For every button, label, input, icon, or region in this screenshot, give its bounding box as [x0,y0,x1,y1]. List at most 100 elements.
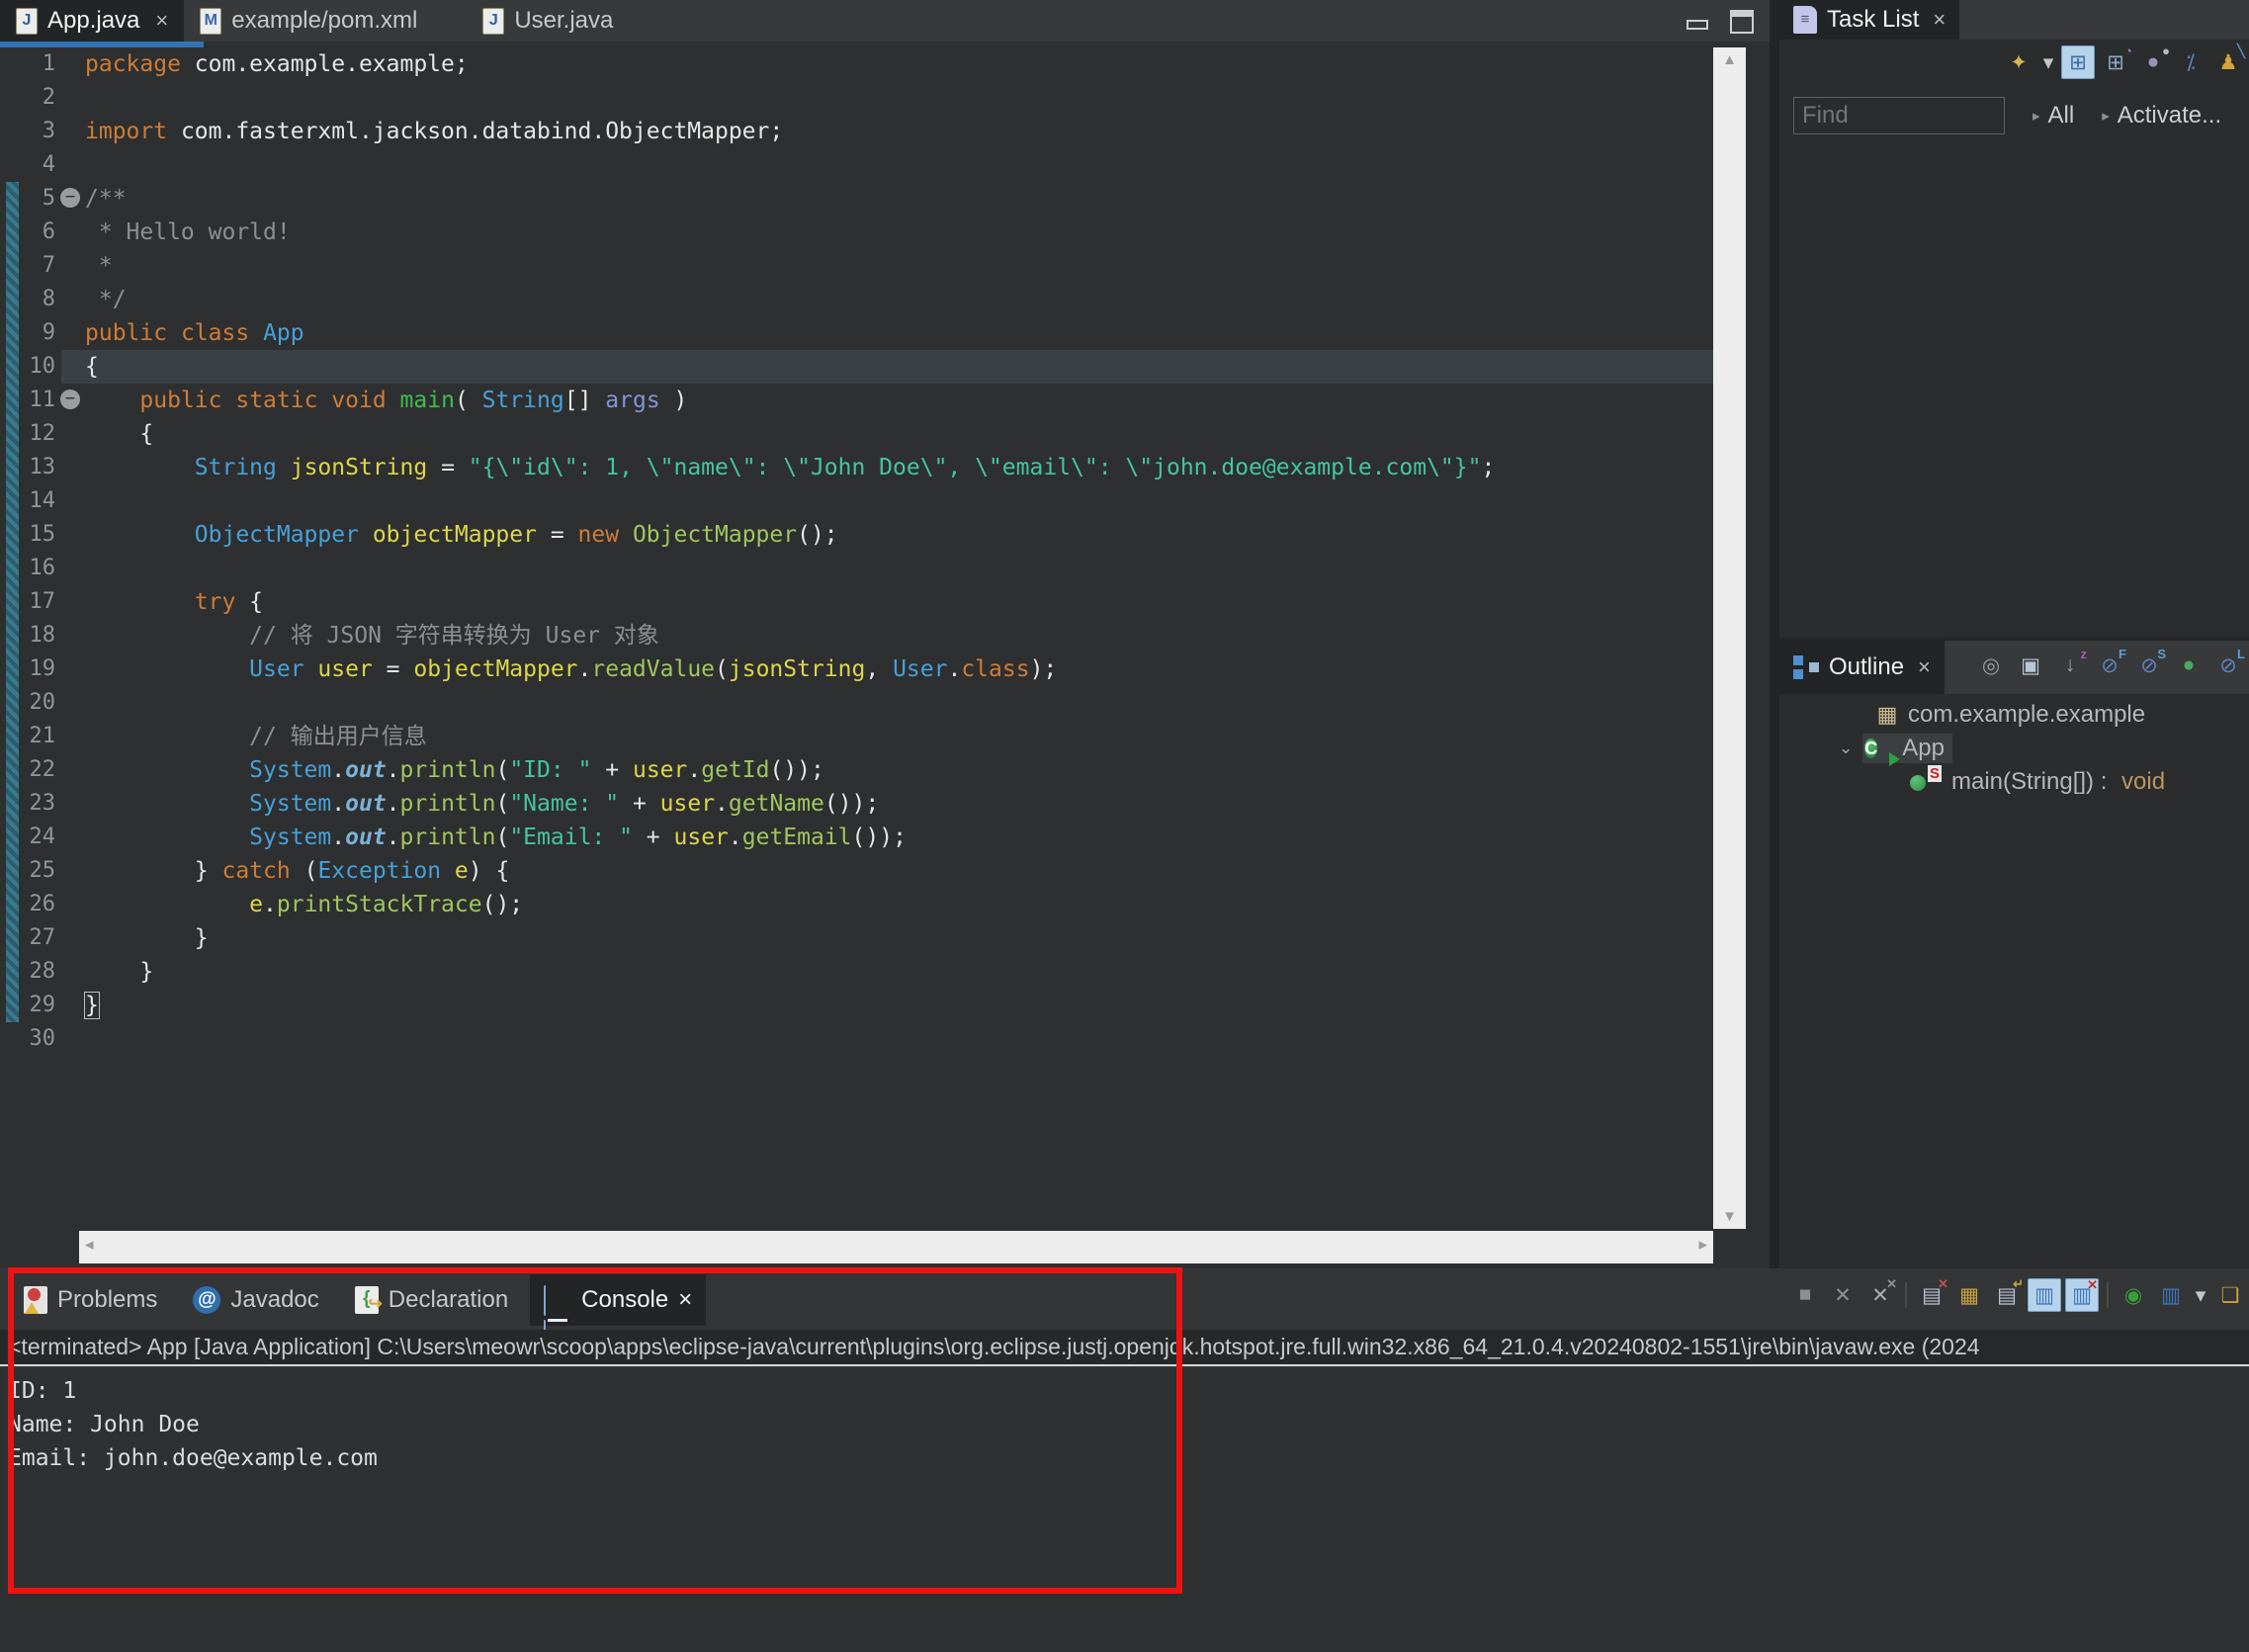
line-number[interactable]: 7 [0,249,55,283]
line-number[interactable]: 17 [0,585,55,619]
code-line-16[interactable]: 16 [0,552,1713,585]
code-line-11[interactable]: 11− public static void main( String[] ar… [0,384,1713,417]
code-line-5[interactable]: 5−/** [0,182,1713,216]
code-line-30[interactable]: 30 [0,1022,1713,1056]
word-wrap-icon[interactable]: ▤↵ [1990,1278,2024,1312]
filter-activate[interactable]: ▸ Activate... [2102,102,2221,130]
line-number[interactable]: 5 [0,182,55,216]
terminate-icon[interactable]: ■ [1788,1278,1822,1312]
line-number[interactable]: 4 [0,148,55,182]
line-number[interactable]: 30 [0,1022,55,1056]
show-stdout-when-changed-icon[interactable]: ▥ [2028,1278,2061,1312]
line-number[interactable]: 24 [0,821,55,854]
editor-tab-user-java[interactable]: JUser.java [467,0,629,42]
panel-sash[interactable] [1770,0,1779,1268]
line-number[interactable]: 21 [0,720,55,753]
editor-area[interactable]: JApp.java×Mexample/pom.xml JUser.java 1pa… [0,0,1770,1268]
line-number[interactable]: 23 [0,787,55,821]
close-icon[interactable]: × [678,1286,692,1314]
scroll-up-icon[interactable]: ▲ [1713,51,1746,68]
maximize-icon[interactable] [1730,10,1754,34]
personalize-icon[interactable]: ♟╲ [2211,45,2245,79]
line-number[interactable]: 29 [0,989,55,1022]
code-line-23[interactable]: 23 System.out.println("Name: " + user.ge… [0,787,1713,821]
line-number[interactable]: 8 [0,283,55,316]
code-editor[interactable]: 1package com.example.example;23import co… [0,47,1713,1056]
collapse-all-icon[interactable]: ◎ [1974,649,2008,682]
code-line-26[interactable]: 26 e.printStackTrace(); [0,888,1713,921]
outline-item-main-string-[interactable]: Smain(String[]) : void [1779,765,2249,799]
console-dropdown-icon[interactable]: ▾ [2192,1278,2209,1312]
code-line-12[interactable]: 12 { [0,417,1713,451]
tab-declaration[interactable]: {↪Declaration [341,1274,522,1326]
find-input[interactable] [1793,97,2005,134]
scroll-lock-icon[interactable]: ▦ [1952,1278,1986,1312]
display-selected-console-icon[interactable]: ▥ [2154,1278,2188,1312]
line-number[interactable]: 9 [0,316,55,350]
code-line-13[interactable]: 13 String jsonString = "{\"id\": 1, \"na… [0,451,1713,484]
sort-icon[interactable]: ↓z [2053,649,2087,682]
outline-item-com-example-example[interactable]: ▦com.example.example [1779,698,2249,732]
code-line-7[interactable]: 7 * [0,249,1713,283]
code-line-1[interactable]: 1package com.example.example; [0,47,1713,81]
code-line-17[interactable]: 17 try { [0,585,1713,619]
code-line-19[interactable]: 19 User user = objectMapper.readValue(js… [0,652,1713,686]
scheduled-view-icon[interactable]: ⊞◔ [2099,45,2132,79]
hide-local-types-icon[interactable]: ⊘L [2211,649,2245,682]
scroll-down-icon[interactable]: ▼ [1713,1208,1746,1225]
line-number[interactable]: 15 [0,518,55,552]
remove-all-terminated-icon[interactable]: ✕✕ [1863,1278,1897,1312]
line-number[interactable]: 6 [0,216,55,249]
hide-static-members-icon[interactable]: ⊘S [2132,649,2166,682]
console-output[interactable]: ID: 1Name: John DoeEmail: john.doe@examp… [0,1368,2249,1652]
code-line-20[interactable]: 20 [0,686,1713,720]
code-line-6[interactable]: 6 * Hello world! [0,216,1713,249]
line-number[interactable]: 2 [0,81,55,115]
line-number[interactable]: 22 [0,753,55,787]
code-line-25[interactable]: 25 } catch (Exception e) { [0,854,1713,888]
pin-console-icon[interactable]: ◉ [2117,1278,2150,1312]
code-line-24[interactable]: 24 System.out.println("Email: " + user.g… [0,821,1713,854]
minimize-icon[interactable] [1687,20,1708,30]
tab-javadoc[interactable]: @Javadoc [179,1274,332,1326]
new-task-icon[interactable]: ✦ [2002,45,2035,79]
chevron-down-icon[interactable]: ⌄ [1839,739,1853,758]
code-line-8[interactable]: 8 */ [0,283,1713,316]
code-line-4[interactable]: 4 [0,148,1713,182]
code-line-21[interactable]: 21 // 输出用户信息 [0,720,1713,753]
line-number[interactable]: 26 [0,888,55,921]
line-number[interactable]: 12 [0,417,55,451]
tab-console[interactable]: Console× [530,1274,706,1326]
hide-static-fields-icon[interactable]: ⊘F [2093,649,2126,682]
working-sets-icon[interactable]: ●● [2136,45,2170,79]
line-number[interactable]: 14 [0,484,55,518]
scroll-right-icon[interactable]: ▸ [1698,1235,1707,1255]
close-icon[interactable]: × [1918,654,1931,680]
tab-problems[interactable]: Problems [10,1274,171,1326]
code-line-15[interactable]: 15 ObjectMapper objectMapper = new Objec… [0,518,1713,552]
line-number[interactable]: 25 [0,854,55,888]
editor-tab-example-pom-xml[interactable]: Mexample/pom.xml [184,0,433,42]
line-number[interactable]: 28 [0,955,55,989]
code-line-14[interactable]: 14 [0,484,1713,518]
tab-outline[interactable]: Outline × [1779,641,1945,694]
show-instance-icon[interactable]: ● [2172,649,2206,682]
show-stderr-when-changed-icon[interactable]: ▥✕ [2065,1278,2099,1312]
close-icon[interactable]: × [155,8,168,34]
code-line-29[interactable]: 29} [0,989,1713,1022]
line-number[interactable]: 20 [0,686,55,720]
new-task-dropdown-icon[interactable]: ▾ [2039,45,2057,79]
editor-vertical-scrollbar[interactable]: ▲ ▼ [1713,47,1746,1229]
editor-tab-app-java[interactable]: JApp.java× [0,0,184,42]
fold-collapse-icon[interactable]: − [60,390,80,409]
code-line-9[interactable]: 9public class App [0,316,1713,350]
code-line-22[interactable]: 22 System.out.println("ID: " + user.getI… [0,753,1713,787]
line-number[interactable]: 13 [0,451,55,484]
line-number[interactable]: 1 [0,47,55,81]
code-line-10[interactable]: 10{ [0,350,1713,384]
line-number[interactable]: 3 [0,115,55,148]
tab-task-list[interactable]: ≡ Task List × [1779,0,1959,40]
line-number[interactable]: 19 [0,652,55,686]
close-icon[interactable]: × [1933,7,1946,33]
code-line-2[interactable]: 2 [0,81,1713,115]
